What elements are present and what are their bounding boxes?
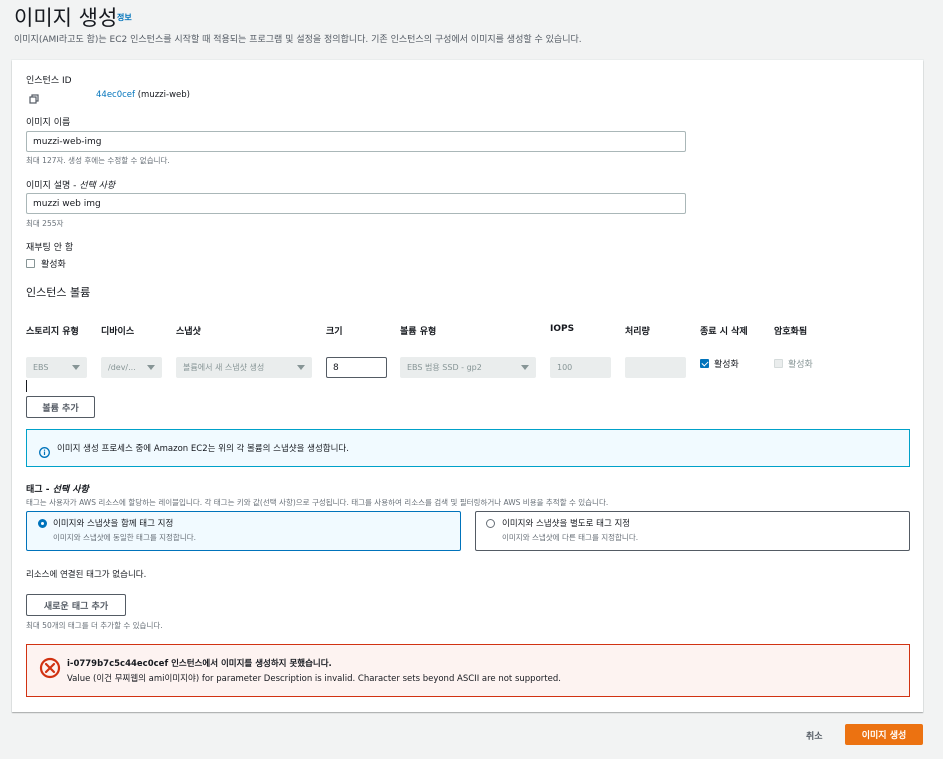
tag-limit-hint: 최대 50개의 태그를 더 추가할 수 있습니다. [26,621,163,630]
volume-size-input[interactable]: 8 [326,357,387,378]
instance-volumes-heading: 인스턴스 볼륨 [26,286,91,299]
storage-type-select: EBS [26,357,87,378]
chevron-down-icon [521,365,529,370]
snapshot-select: 볼륨에서 새 스냅샷 생성 [176,357,312,378]
delete-on-termination-checkbox[interactable] [700,359,709,368]
tags-label: 태그 - 선택 사항 [26,485,89,495]
delete-on-termination-label: 활성화 [714,360,739,370]
no-tags-text: 리소스에 연결된 태그가 없습니다. [26,570,147,580]
encrypted-checkbox [774,359,783,368]
column-device: 디바이스 [101,327,135,337]
encrypted-label: 활성화 [788,360,813,370]
chevron-down-icon [297,365,305,370]
page-description: 이미지(AMI라고도 함)는 EC2 인스턴스를 시작할 때 적용되는 프로그램… [14,35,582,45]
tag-together-desc: 이미지와 스냅샷에 동일한 태그를 지정합니다. [53,533,197,542]
no-reboot-label: 재부팅 안 함 [26,243,74,253]
column-volume-type: 볼륨 유형 [400,327,437,337]
image-description-label: 이미지 설명 - 선택 사항 [26,181,116,191]
instance-id-value[interactable]: 44ec0cef (muzzi-web) [96,90,190,100]
throughput-input [625,357,686,378]
copy-icon[interactable] [29,90,40,104]
image-name-hint: 최대 127자. 생성 후에는 수정할 수 없습니다. [26,156,170,165]
tag-together-radio[interactable] [38,519,47,528]
page-title: 이미지 생성 [14,6,118,30]
image-name-input[interactable]: muzzi-web-img [26,131,686,152]
column-throughput: 처리량 [625,327,650,337]
image-name-label: 이미지 이름 [26,118,71,128]
tag-separately-desc: 이미지와 스냅샷에 다른 태그를 지정합니다. [502,533,639,542]
cancel-button[interactable]: 취소 [806,729,823,742]
info-alert-text: 이미지 생성 프로세스 중에 Amazon EC2는 위의 각 볼륨의 스냅샷을… [57,444,349,454]
instance-id-label: 인스턴스 ID [26,76,72,86]
column-size: 크기 [326,327,343,337]
column-encrypted: 암호화됨 [774,327,808,337]
column-delete-on-termination: 종료 시 삭제 [700,327,748,337]
add-volume-button[interactable]: 볼륨 추가 [26,396,95,418]
image-description-hint: 최대 255자 [26,219,64,228]
column-storage-type: 스토리지 유형 [26,327,79,337]
column-snapshot: 스냅샷 [176,327,201,337]
no-reboot-checkbox[interactable] [26,259,35,268]
chevron-down-icon [72,365,80,370]
error-title: i-0779b7c5c44ec0cef 인스턴스에서 이미지를 생성하지 못했습… [67,659,332,669]
error-message: Value (이건 무찌웹의 ami이미지야) for parameter De… [67,674,561,684]
error-icon [39,657,61,679]
iops-input: 100 [550,357,611,378]
info-link[interactable]: 정보 [117,12,132,23]
no-reboot-checkbox-label: 활성화 [41,260,66,270]
info-icon [39,443,50,458]
tag-separately-radio[interactable] [486,519,495,528]
error-alert [26,644,910,697]
volume-type-select: EBS 범용 SSD - gp2 [400,357,536,378]
text-cursor [26,380,27,392]
add-tag-button[interactable]: 새로운 태그 추가 [26,594,126,616]
column-iops: IOPS [550,324,575,334]
device-select: /dev/... [101,357,162,378]
tag-together-title: 이미지와 스냅샷을 함께 태그 지정 [53,519,174,529]
tags-description: 태그는 사용자가 AWS 리소스에 할당하는 레이블입니다. 각 태그는 키와 … [26,498,609,507]
image-description-input[interactable]: muzzi web img [26,193,686,214]
chevron-down-icon [147,365,155,370]
tag-separately-title: 이미지와 스냅샷을 별도로 태그 지정 [502,519,631,529]
create-image-button[interactable]: 이미지 생성 [845,724,923,745]
